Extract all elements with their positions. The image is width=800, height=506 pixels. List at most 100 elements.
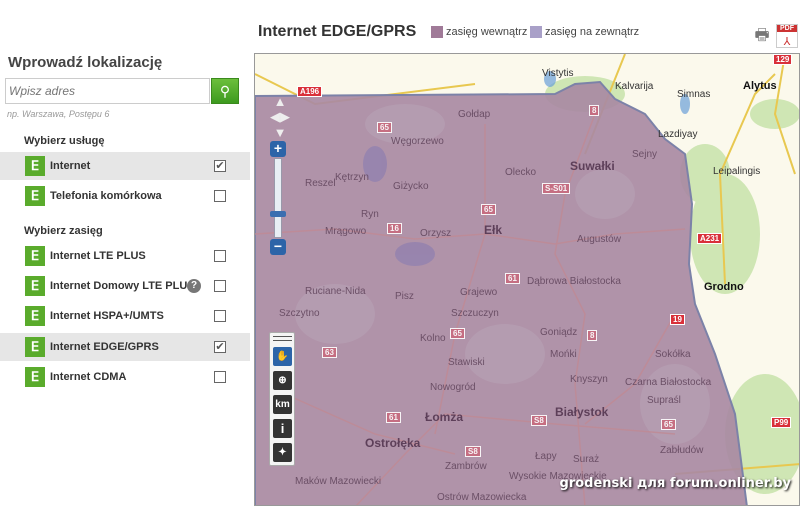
range-lte-plus[interactable]: ⴹ Internet LTE PLUS <box>0 242 250 270</box>
place-label: Suwałki <box>570 159 615 173</box>
pan-up-icon[interactable]: ▲ <box>267 94 293 109</box>
service-telefonia[interactable]: ⴹ Telefonia komórkowa <box>0 182 250 210</box>
place-label: Szczuczyn <box>451 308 499 319</box>
pan-left-right-icon[interactable]: ◀▶ <box>267 109 293 125</box>
checkbox-checked[interactable]: ✔ <box>214 341 226 353</box>
place-label: Zambrów <box>445 461 487 472</box>
place-label: Supraśl <box>647 395 681 406</box>
zoom-slider-thumb[interactable] <box>270 211 286 217</box>
road-shield: A231 <box>697 233 723 244</box>
checkbox-checked[interactable]: ✔ <box>214 160 226 172</box>
place-label: Alytus <box>743 80 777 92</box>
place-label: Łomża <box>425 410 464 424</box>
search-button[interactable]: ⚲ <box>211 78 239 104</box>
zoom-box-icon[interactable]: ⊕ <box>273 371 292 390</box>
help-icon[interactable]: ? <box>187 279 201 293</box>
measure-km-icon[interactable]: km <box>273 395 292 414</box>
road-shield: 61 <box>386 412 401 423</box>
pan-down-icon[interactable]: ▼ <box>267 125 293 140</box>
checkbox[interactable] <box>214 310 226 322</box>
place-label: Vistytis <box>542 68 574 79</box>
range-label: Internet HSPA+/UMTS <box>50 310 164 322</box>
plus-logo-icon: ⴹ <box>25 246 45 266</box>
pdf-icon[interactable]: PDF ⅄ <box>776 24 798 48</box>
place-label: Sokółka <box>655 349 691 360</box>
place-label: Lazdiyay <box>658 129 698 140</box>
checkbox[interactable] <box>214 280 226 292</box>
range-cdma[interactable]: ⴹ Internet CDMA <box>0 363 250 391</box>
location-heading: Wprowadź lokalizację <box>8 54 163 71</box>
address-input[interactable] <box>5 78 210 104</box>
toolbar-handle[interactable] <box>273 336 292 341</box>
place-label: Goniądz <box>540 327 578 338</box>
fullscreen-icon[interactable]: ✦ <box>273 443 292 462</box>
road-shield: 8 <box>587 330 598 341</box>
place-label: Maków Mazowiecki <box>295 476 382 487</box>
place-label: Suraż <box>573 454 600 465</box>
watermark: grodenski для forum.onliner.by <box>559 476 791 491</box>
place-label: Węgorzewo <box>391 136 444 147</box>
place-label: Gołdap <box>458 109 491 120</box>
place-label: Mrągowo <box>325 226 367 237</box>
place-label: Kolno <box>420 333 446 344</box>
plus-logo-icon: ⴹ <box>25 367 45 387</box>
address-hint: np. Warszawa, Postępu 6 <box>7 109 110 119</box>
place-label: Ostrów Mazowiecka <box>437 492 527 503</box>
checkbox[interactable] <box>214 190 226 202</box>
legend-inside: zasięg wewnątrz <box>431 26 527 38</box>
range-heading: Wybierz zasięg <box>24 225 103 237</box>
place-label: Ruciane-Nida <box>305 286 366 297</box>
road-shield: 63 <box>322 347 337 358</box>
map-toolbar: ✋ ⊕ km i ✦ <box>269 332 295 466</box>
range-hspa[interactable]: ⴹ Internet HSPA+/UMTS <box>0 302 250 330</box>
coverage-map[interactable]: Vistytis Kalvarija Simnas Alytus Gołdap … <box>254 53 800 506</box>
range-label: Internet LTE PLUS <box>50 250 146 262</box>
road-shield: S8 <box>465 446 481 457</box>
service-label: Internet <box>50 160 91 172</box>
pan-hand-icon[interactable]: ✋ <box>273 347 292 366</box>
road-shield: 16 <box>387 223 402 234</box>
zoom-in-button[interactable]: + <box>270 141 286 157</box>
pdf-label: PDF <box>777 25 797 32</box>
legend-outside: zasięg na zewnątrz <box>530 26 639 38</box>
sidebar: Wprowadź lokalizację ⚲ np. Warszawa, Pos… <box>0 0 250 506</box>
road-shield: P99 <box>771 417 792 428</box>
service-internet[interactable]: ⴹ Internet ✔ <box>0 152 250 180</box>
road-shield: 19 <box>670 314 685 325</box>
place-label: Czarna Białostocka <box>625 377 712 388</box>
pan-control[interactable]: ▲ ◀▶ ▼ <box>267 94 293 140</box>
place-label: Białystok <box>555 405 609 419</box>
search-icon: ⚲ <box>219 83 231 99</box>
service-label: Telefonia komórkowa <box>50 190 162 202</box>
place-label: Łapy <box>535 451 557 462</box>
place-label: Kętrzyn <box>335 172 369 183</box>
info-icon[interactable]: i <box>273 419 292 438</box>
place-label: Knyszyn <box>570 374 608 385</box>
plus-logo-icon: ⴹ <box>25 276 45 296</box>
road-shield: 65 <box>450 328 465 339</box>
range-edge-gprs[interactable]: ⴹ Internet EDGE/GPRS ✔ <box>0 333 250 361</box>
place-label: Nowogród <box>430 382 476 393</box>
place-label: Reszel <box>305 178 336 189</box>
printer-icon[interactable]: 🖶 <box>751 24 773 48</box>
legend-swatch <box>431 26 443 38</box>
place-label: Ostrołęka <box>365 436 421 450</box>
plus-logo-icon: ⴹ <box>25 337 45 357</box>
zoom-out-button[interactable]: − <box>270 239 286 255</box>
range-domowy-lte[interactable]: ⴹ Internet Domowy LTE PLUS? <box>0 272 250 300</box>
road-shield: 61 <box>505 273 520 284</box>
place-label: Sejny <box>632 149 658 160</box>
road-shield: A196 <box>297 86 323 97</box>
place-label: Pisz <box>395 291 414 302</box>
road-shield: S8 <box>531 415 547 426</box>
road-shield: 65 <box>481 204 496 215</box>
checkbox[interactable] <box>214 371 226 383</box>
range-label: Internet EDGE/GPRS <box>50 341 159 353</box>
place-label: Grodno <box>704 281 744 293</box>
zoom-slider[interactable] <box>274 158 282 238</box>
road-shield: 65 <box>661 419 676 430</box>
place-label: Mońki <box>550 349 577 360</box>
road-shield: S-S01 <box>542 183 571 194</box>
checkbox[interactable] <box>214 250 226 262</box>
plus-logo-icon: ⴹ <box>25 186 45 206</box>
